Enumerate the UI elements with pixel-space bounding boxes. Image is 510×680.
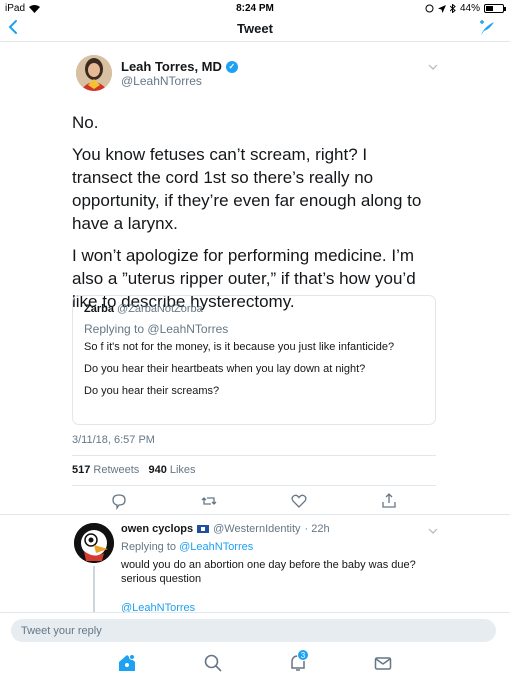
home-icon	[119, 654, 135, 671]
quoted-tweet-text: So f it's not for the money, is it becau…	[84, 341, 424, 398]
author-avatar[interactable]	[76, 55, 112, 91]
reply-replying-to: Replying to @LeahNTorres	[121, 541, 253, 553]
quoted-tweet[interactable]: Zarba @ZarbaNotZorba Replying to @LeahNT…	[72, 295, 436, 425]
quoted-tweet-header: Zarba @ZarbaNotZorba	[84, 303, 424, 315]
status-right: 44%	[425, 3, 506, 14]
share-button[interactable]	[380, 492, 398, 510]
mail-icon	[374, 657, 392, 670]
likes-label: Likes	[169, 464, 196, 476]
tab-notifications[interactable]: 3	[288, 649, 309, 673]
lock-rotation-icon	[425, 4, 434, 13]
thread-line	[93, 566, 95, 612]
tab-search[interactable]	[203, 653, 223, 673]
tweet-paragraph: No.	[72, 113, 99, 132]
author-name[interactable]: Leah Torres, MD ✓	[121, 59, 238, 74]
avatar-image	[76, 55, 112, 91]
quoted-line: Do you hear their screams?	[84, 385, 220, 397]
tab-messages[interactable]	[373, 653, 393, 673]
battery-fill	[486, 6, 493, 11]
reply-icon	[112, 494, 126, 511]
retweet-icon	[201, 497, 217, 505]
next-reply-mention[interactable]: @LeahNTorres	[121, 602, 195, 612]
reply-input[interactable]	[11, 619, 496, 642]
quoted-line: So f it's not for the money, is it becau…	[84, 341, 395, 353]
reply-time: · 22h	[304, 523, 330, 535]
chevron-down-icon	[428, 528, 438, 534]
battery-icon	[484, 4, 506, 13]
quoted-author-handle: @ZarbaNotZorba	[117, 303, 203, 315]
likes-count: 940	[148, 464, 167, 476]
likes-stat[interactable]: 940 Likes	[148, 464, 195, 476]
search-icon	[204, 654, 222, 672]
reply-button[interactable]	[110, 492, 128, 511]
share-icon	[382, 493, 396, 508]
compose-tweet-icon	[480, 20, 494, 35]
nav-bar: Tweet	[0, 16, 510, 42]
reply-menu-button[interactable]	[428, 526, 438, 537]
tweet-paragraph: You know fetuses can’t scream, right? I …	[72, 145, 422, 233]
tweet-timestamp: 3/11/18, 6:57 PM	[72, 434, 155, 446]
tweet-text: No. You know fetuses can’t scream, right…	[72, 111, 432, 322]
like-button[interactable]	[290, 492, 308, 510]
reply-header: owen cyclops @WesternIdentity · 22h	[121, 523, 330, 535]
retweets-count: 517	[72, 464, 91, 476]
reply-author-handle[interactable]: @WesternIdentity	[213, 523, 300, 535]
page-title: Tweet	[237, 21, 273, 36]
flag-icon	[197, 525, 210, 533]
tweet-actions	[72, 490, 436, 512]
author-name-text: Leah Torres, MD	[121, 59, 222, 74]
battery-percent: 44%	[459, 3, 480, 14]
retweets-stat[interactable]: 517 Retweets	[72, 464, 139, 476]
quoted-replying-to: Replying to @LeahNTorres	[84, 322, 424, 336]
chevron-down-icon	[428, 64, 438, 70]
tweet-stats: 517 Retweets 940 Likes	[72, 464, 196, 476]
divider	[0, 514, 510, 515]
reply-author-avatar[interactable]	[74, 523, 114, 563]
status-bar: iPad 8:24 PM 44%	[0, 0, 510, 16]
replying-to-label: Replying to	[84, 322, 145, 336]
reply-text: would you do an abortion one day before …	[121, 559, 416, 585]
compose-tweet-button[interactable]	[478, 19, 496, 42]
notification-badge: 3	[297, 649, 309, 661]
divider	[72, 455, 436, 456]
retweets-label: Retweets	[93, 464, 140, 476]
location-icon	[437, 4, 446, 13]
reply-bar	[0, 612, 510, 646]
author-handle[interactable]: @LeahNTorres	[121, 74, 202, 88]
quoted-author-name: Zarba	[84, 303, 114, 315]
verified-icon: ✓	[225, 60, 238, 73]
avatar-image	[74, 523, 114, 563]
heart-icon	[291, 494, 307, 508]
tab-home[interactable]	[117, 653, 137, 673]
retweet-button[interactable]	[200, 492, 218, 510]
bluetooth-icon	[449, 4, 456, 13]
tweet-menu-button[interactable]	[428, 62, 438, 73]
tab-bar: 3	[0, 646, 510, 680]
replying-to-mention[interactable]: @LeahNTorres	[179, 541, 253, 553]
divider	[72, 485, 436, 486]
replying-to-label: Replying to	[121, 541, 177, 553]
quoted-line: Do you hear their heartbeats when you la…	[84, 363, 366, 375]
replying-to-mention: @LeahNTorres	[147, 322, 229, 336]
reply-author-name[interactable]: owen cyclops	[121, 523, 193, 535]
